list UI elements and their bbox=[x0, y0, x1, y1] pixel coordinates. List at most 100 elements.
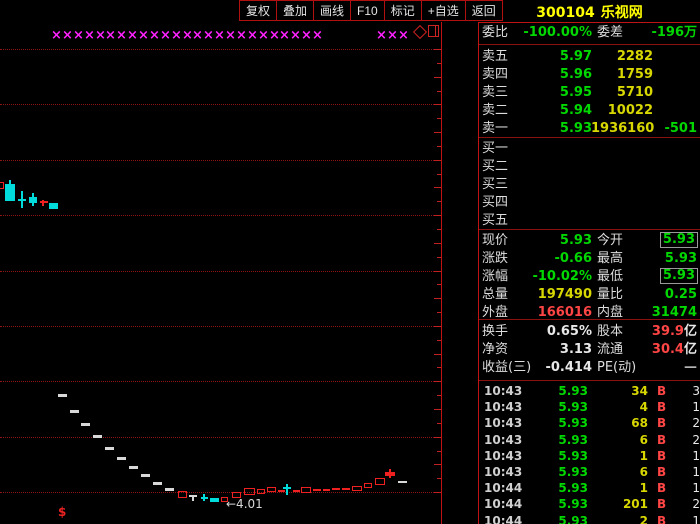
toolbar-button-7[interactable]: 返回 bbox=[465, 0, 503, 21]
ask-row-3[interactable]: 卖三5.955710 bbox=[479, 84, 700, 102]
suspension-mark-icon: × bbox=[236, 30, 247, 42]
tick-time: 10:43 bbox=[484, 464, 522, 480]
bid-row-3[interactable]: 买三 bbox=[479, 176, 700, 194]
candle-mark bbox=[342, 488, 350, 490]
y-axis-minor-tick bbox=[437, 257, 441, 258]
window-icon[interactable] bbox=[428, 25, 439, 37]
tick-row: 10:435.936B2 bbox=[479, 432, 700, 448]
low-price-annotation: ←4.01 bbox=[226, 497, 263, 511]
candle-mark bbox=[49, 203, 58, 209]
tick-count: 1 bbox=[675, 399, 700, 415]
bid-label: 买三 bbox=[482, 176, 508, 193]
tick-price: 5.93 bbox=[539, 496, 588, 512]
tick-volume: 6 bbox=[591, 432, 648, 448]
candle-mark bbox=[192, 496, 194, 501]
quote-value-left: -10.02% bbox=[505, 268, 592, 285]
candle-mark bbox=[5, 184, 15, 201]
tick-row: 10:445.931B1 bbox=[479, 480, 700, 496]
candle-mark bbox=[153, 482, 162, 485]
tick-volume: 1 bbox=[591, 448, 648, 464]
y-axis-minor-tick bbox=[437, 340, 441, 341]
separator bbox=[479, 229, 700, 230]
candle-mark bbox=[117, 457, 126, 460]
candle-mark bbox=[18, 199, 26, 201]
quote-row: 现价5.93今开5.93 bbox=[479, 232, 700, 250]
tick-volume: 4 bbox=[591, 399, 648, 415]
bid-row-2[interactable]: 买二 bbox=[479, 158, 700, 176]
suspension-mark-icon: × bbox=[73, 30, 84, 42]
y-axis-tick bbox=[434, 160, 441, 161]
tick-direction-flag: B bbox=[657, 383, 666, 399]
candle-mark bbox=[257, 489, 265, 494]
quote-panel: 委比-100.00%委差-196万卖五5.972282卖四5.961759卖三5… bbox=[478, 22, 700, 524]
y-axis-minor-tick bbox=[437, 284, 441, 285]
bid-row-1[interactable]: 买一 bbox=[479, 140, 700, 158]
ask-row-4[interactable]: 卖四5.961759 bbox=[479, 66, 700, 84]
ask-row-1[interactable]: 卖一5.931936160-501 bbox=[479, 120, 700, 138]
y-axis-tick bbox=[434, 215, 441, 216]
ask-row-2[interactable]: 卖二5.9410022 bbox=[479, 102, 700, 120]
toolbar-button-2[interactable]: 叠加 bbox=[276, 0, 314, 21]
stat-value-left: -0.414 bbox=[505, 359, 592, 376]
toolbar-button-4[interactable]: F10 bbox=[350, 0, 385, 21]
y-axis-minor-tick bbox=[437, 118, 441, 119]
quote-value-right: 0.25 bbox=[625, 286, 697, 303]
y-axis-minor-tick bbox=[437, 174, 441, 175]
bid-ask-ratio-row: 委比-100.00%委差-196万 bbox=[479, 24, 700, 42]
bid-label: 买二 bbox=[482, 158, 508, 175]
quote-value-right: 5.93 bbox=[625, 250, 697, 267]
y-axis-tick bbox=[434, 187, 441, 188]
separator bbox=[479, 380, 700, 381]
stat-label-right: 流通 bbox=[597, 341, 623, 358]
tick-time: 10:43 bbox=[484, 432, 522, 448]
tick-volume: 1 bbox=[591, 480, 648, 496]
tick-direction-flag: B bbox=[657, 464, 666, 480]
tick-direction-flag: B bbox=[657, 513, 666, 524]
ask-row-5[interactable]: 卖五5.972282 bbox=[479, 48, 700, 66]
stat-row: 收益(三)-0.414PE(动)— bbox=[479, 359, 700, 377]
candle-mark bbox=[42, 200, 44, 206]
toolbar-button-3[interactable]: 画线 bbox=[313, 0, 351, 21]
y-axis-tick bbox=[434, 354, 441, 355]
toolbar-button-5[interactable]: 标记 bbox=[384, 0, 422, 21]
toolbar-button-6[interactable]: +自选 bbox=[421, 0, 466, 21]
weicha-label: 委差 bbox=[597, 24, 623, 41]
suspension-mark-icon: × bbox=[258, 30, 269, 42]
candle-mark bbox=[332, 488, 340, 490]
y-axis-tick bbox=[434, 243, 441, 244]
y-axis-tick bbox=[434, 271, 441, 272]
tick-price: 5.93 bbox=[539, 480, 588, 496]
weicha-value: -196万 bbox=[625, 24, 697, 41]
suspension-mark-icon: × bbox=[149, 30, 160, 42]
stat-value-right-number: 39.9 bbox=[652, 324, 684, 339]
quote-value-left: 197490 bbox=[505, 286, 592, 303]
toolbar-button-1[interactable]: 复权 bbox=[239, 0, 277, 21]
separator bbox=[479, 319, 700, 320]
suspension-mark-icon: × bbox=[279, 30, 290, 42]
tick-row: 10:435.936B1 bbox=[479, 464, 700, 480]
bid-row-4[interactable]: 买四 bbox=[479, 194, 700, 212]
tick-time: 10:43 bbox=[484, 399, 522, 415]
tick-price: 5.93 bbox=[539, 448, 588, 464]
ask-volume: 5710 bbox=[591, 84, 653, 101]
tick-count: 2 bbox=[675, 432, 700, 448]
suspension-mark-icon: × bbox=[171, 30, 182, 42]
candle-mark bbox=[283, 487, 291, 489]
candle-mark bbox=[93, 435, 102, 438]
y-axis-minor-tick bbox=[437, 451, 441, 452]
y-axis-tick bbox=[434, 326, 441, 327]
bid-label: 买四 bbox=[482, 194, 508, 211]
kline-chart[interactable]: 45.0042.5040.0037.5035.0032.5030.0027.50… bbox=[0, 0, 442, 524]
stat-value-right: 39.9亿 bbox=[625, 323, 697, 340]
tick-price: 5.93 bbox=[539, 383, 588, 399]
y-axis-tick bbox=[434, 49, 441, 50]
tick-volume: 201 bbox=[591, 496, 648, 512]
suspension-mark-icon: × bbox=[160, 30, 171, 42]
y-axis-minor-tick bbox=[437, 367, 441, 368]
ask-price: 5.97 bbox=[505, 48, 592, 65]
tick-price: 5.93 bbox=[539, 415, 588, 431]
diamond-icon[interactable] bbox=[413, 25, 427, 39]
ask-volume: 1936160 bbox=[591, 120, 653, 137]
bid-row-5[interactable]: 买五 bbox=[479, 212, 700, 230]
ask1-delta: -501 bbox=[657, 120, 697, 137]
